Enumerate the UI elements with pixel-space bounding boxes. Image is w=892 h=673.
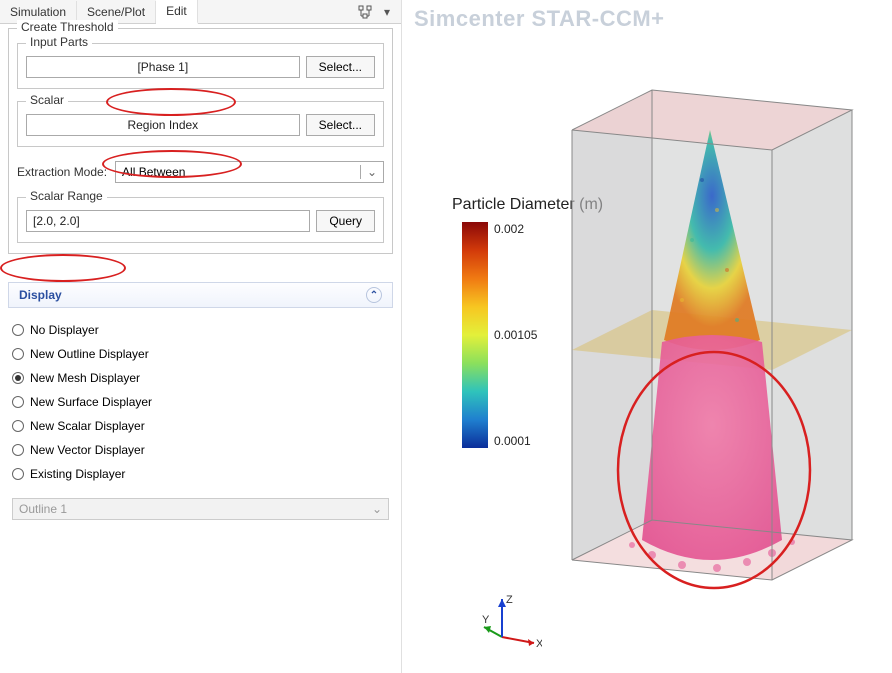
dropdown-icon[interactable]: ▾ (379, 4, 395, 20)
extraction-mode-label: Extraction Mode: (17, 165, 107, 179)
tree-icon[interactable] (357, 4, 373, 20)
annotation-circle (0, 254, 126, 282)
axis-triad: X Y Z (482, 593, 542, 653)
radio-label: New Outline Displayer (30, 347, 149, 361)
scalar-range-title: Scalar Range (26, 189, 107, 203)
radio-new-outline[interactable]: New Outline Displayer (12, 342, 389, 366)
axis-z-label: Z (506, 594, 513, 606)
scalar-range-group: Scalar Range [2.0, 2.0] Query (17, 197, 384, 243)
radio-existing[interactable]: Existing Displayer (12, 462, 389, 486)
existing-displayer-select: Outline 1 ⌄ (12, 498, 389, 520)
radio-label: No Displayer (30, 323, 99, 337)
input-parts-select-button[interactable]: Select... (306, 56, 375, 78)
collapse-icon[interactable]: ⌃ (366, 287, 382, 303)
tab-edit[interactable]: Edit (156, 0, 198, 24)
radio-label: New Scalar Displayer (30, 419, 145, 433)
scalar-title: Scalar (26, 93, 68, 107)
scene-svg (532, 70, 878, 610)
axis-x-label: X (536, 638, 542, 650)
radio-no-displayer[interactable]: No Displayer (12, 318, 389, 342)
chevron-down-icon: ⌄ (372, 502, 382, 516)
tick-min: 0.0001 (494, 434, 537, 448)
radio-label: New Mesh Displayer (30, 371, 140, 385)
radio-label: New Vector Displayer (30, 443, 145, 457)
radio-label: New Surface Displayer (30, 395, 152, 409)
tick-mid: 0.00105 (494, 328, 537, 342)
display-header[interactable]: Display ⌃ (8, 282, 393, 308)
chevron-down-icon: ⌄ (360, 165, 377, 179)
input-parts-field[interactable]: [Phase 1] (26, 56, 300, 78)
displayer-radio-group: No Displayer New Outline Displayer New M… (0, 314, 401, 490)
radio-new-vector[interactable]: New Vector Displayer (12, 438, 389, 462)
query-button[interactable]: Query (316, 210, 375, 232)
tick-max: 0.002 (494, 222, 537, 236)
extraction-mode-value: All Between (122, 165, 185, 179)
input-parts-group: Input Parts [Phase 1] Select... (17, 43, 384, 89)
color-legend: 0.002 0.00105 0.0001 (462, 222, 537, 448)
scalar-select-button[interactable]: Select... (306, 114, 375, 136)
brand-watermark: Simcenter STAR-CCM+ (414, 6, 665, 32)
radio-new-mesh[interactable]: New Mesh Displayer (12, 366, 389, 390)
scene-3d[interactable] (532, 70, 878, 610)
properties-panel: Simulation Scene/Plot Edit ▾ Create Thre… (0, 0, 402, 673)
axis-y-label: Y (482, 614, 490, 626)
viewport[interactable]: Simcenter STAR-CCM+ Particle Diameter (m… (402, 0, 892, 673)
legend-ticks: 0.002 0.00105 0.0001 (488, 222, 537, 448)
radio-new-scalar[interactable]: New Scalar Displayer (12, 414, 389, 438)
scalar-group: Scalar Region Index Select... (17, 101, 384, 147)
radio-new-surface[interactable]: New Surface Displayer (12, 390, 389, 414)
colorbar (462, 222, 488, 448)
scalar-range-field[interactable]: [2.0, 2.0] (26, 210, 310, 232)
existing-displayer-value: Outline 1 (19, 502, 67, 516)
create-threshold-group: Create Threshold Input Parts [Phase 1] S… (8, 28, 393, 254)
display-header-label: Display (19, 288, 62, 302)
radio-label: Existing Displayer (30, 467, 125, 481)
scalar-field[interactable]: Region Index (26, 114, 300, 136)
input-parts-title: Input Parts (26, 35, 92, 49)
group-title: Create Threshold (17, 20, 118, 34)
extraction-mode-select[interactable]: All Between ⌄ (115, 161, 384, 183)
